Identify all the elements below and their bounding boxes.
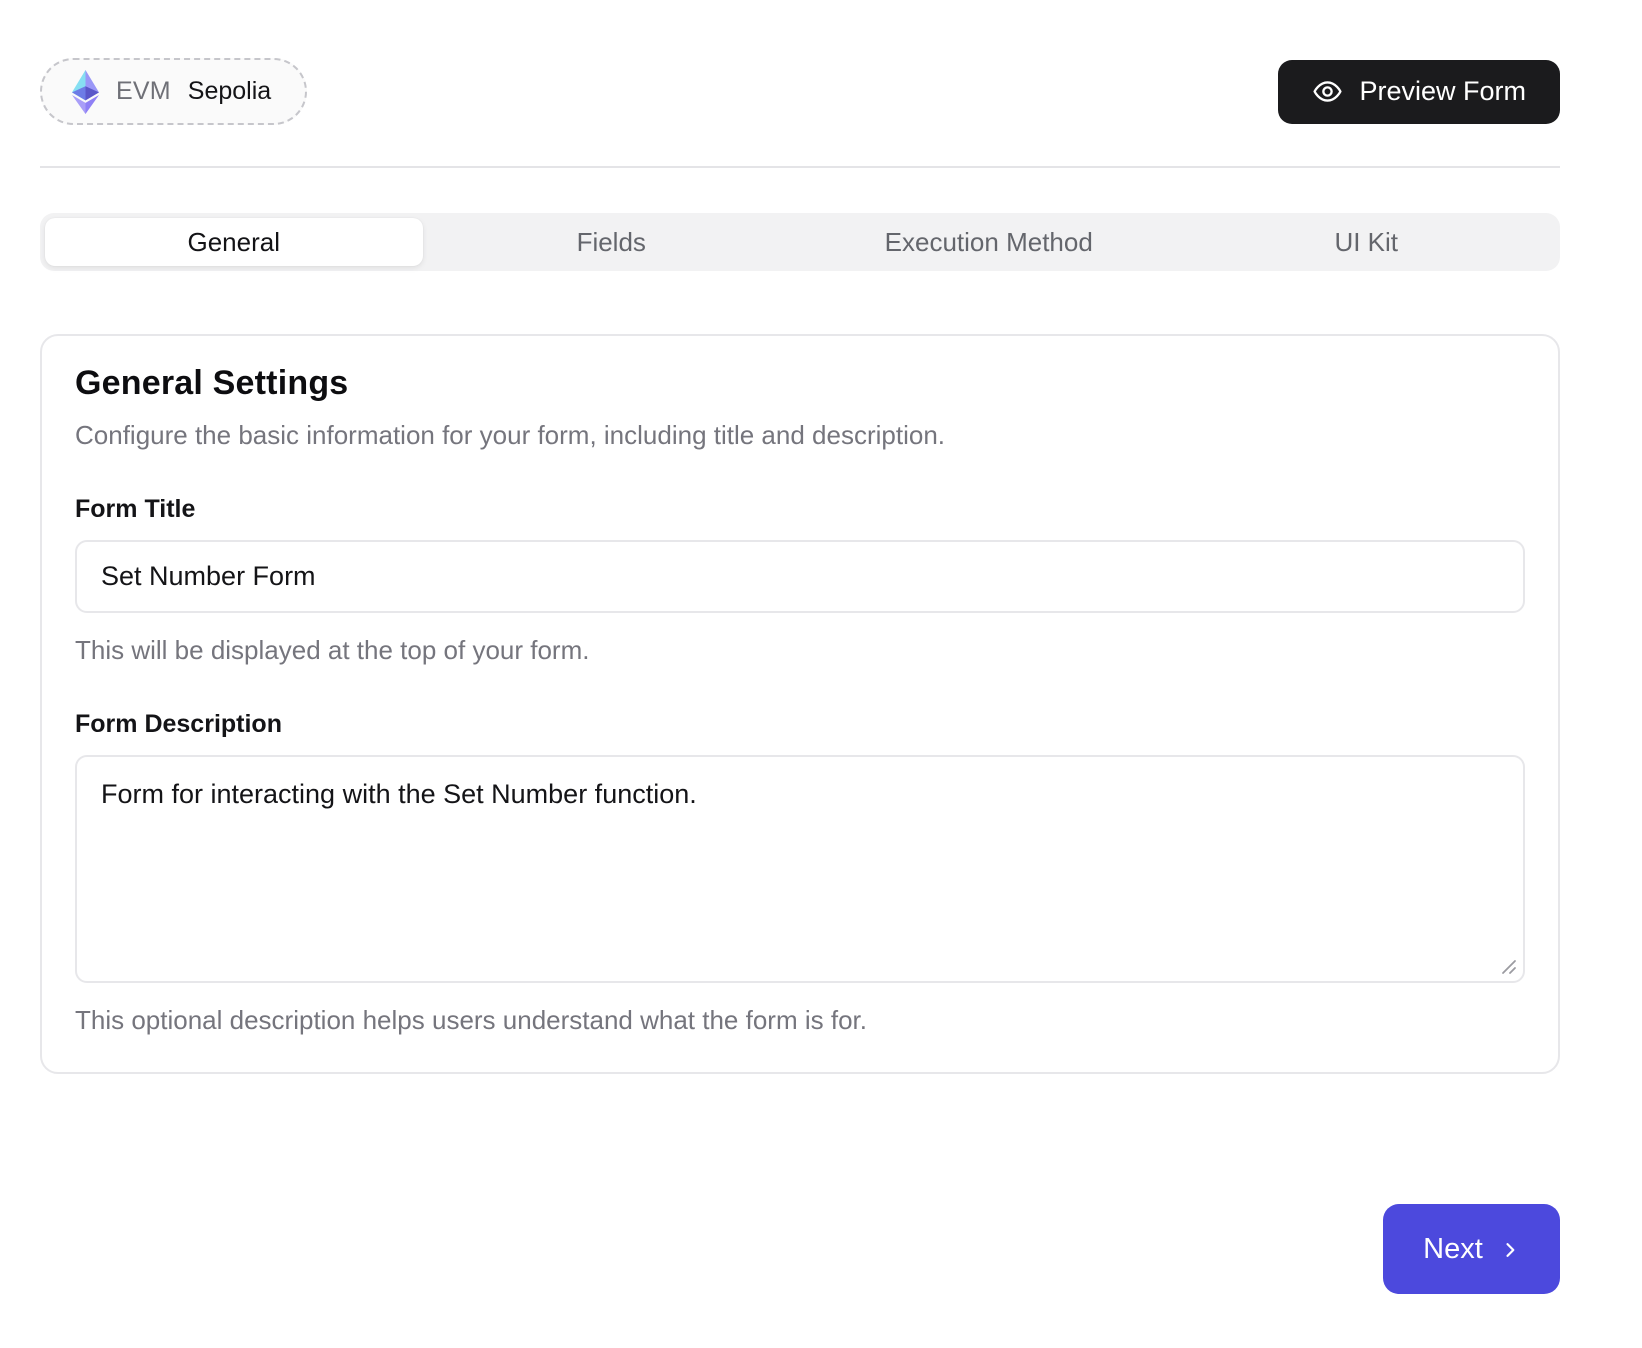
form-title-input[interactable] xyxy=(75,540,1525,613)
network-chain-label: EVM xyxy=(116,77,171,106)
topbar: EVM Sepolia Preview Form xyxy=(40,58,1560,125)
form-title-helper: This will be displayed at the top of you… xyxy=(75,635,1525,666)
card-title: General Settings xyxy=(75,364,1525,403)
card-description: Configure the basic information for your… xyxy=(75,420,1525,451)
form-description-textarea[interactable]: Form for interacting with the Set Number… xyxy=(75,755,1525,983)
tab-ui-kit[interactable]: UI Kit xyxy=(1178,218,1556,266)
form-builder-page: EVM Sepolia Preview Form General Fields … xyxy=(0,0,1642,1294)
general-settings-card: General Settings Configure the basic inf… xyxy=(40,334,1560,1074)
next-button[interactable]: Next xyxy=(1383,1204,1560,1294)
eye-icon xyxy=(1312,76,1343,107)
network-name-label: Sepolia xyxy=(188,77,271,106)
network-badge[interactable]: EVM Sepolia xyxy=(40,58,307,125)
form-title-label: Form Title xyxy=(75,495,1525,524)
preview-form-button[interactable]: Preview Form xyxy=(1278,60,1560,124)
form-description-textarea-wrap: Form for interacting with the Set Number… xyxy=(75,755,1525,983)
chevron-right-icon xyxy=(1500,1240,1520,1260)
tab-execution-method[interactable]: Execution Method xyxy=(800,218,1178,266)
next-button-label: Next xyxy=(1423,1233,1483,1266)
tab-fields[interactable]: Fields xyxy=(423,218,801,266)
form-description-label: Form Description xyxy=(75,710,1525,739)
footer: Next xyxy=(40,1204,1560,1294)
tab-bar: General Fields Execution Method UI Kit xyxy=(40,213,1560,271)
ethereum-icon xyxy=(72,70,99,114)
preview-form-label: Preview Form xyxy=(1359,76,1526,107)
tab-general[interactable]: General xyxy=(45,218,423,266)
header-divider xyxy=(40,166,1560,168)
form-description-helper: This optional description helps users un… xyxy=(75,1005,1525,1036)
resize-handle-icon[interactable] xyxy=(1498,956,1518,976)
